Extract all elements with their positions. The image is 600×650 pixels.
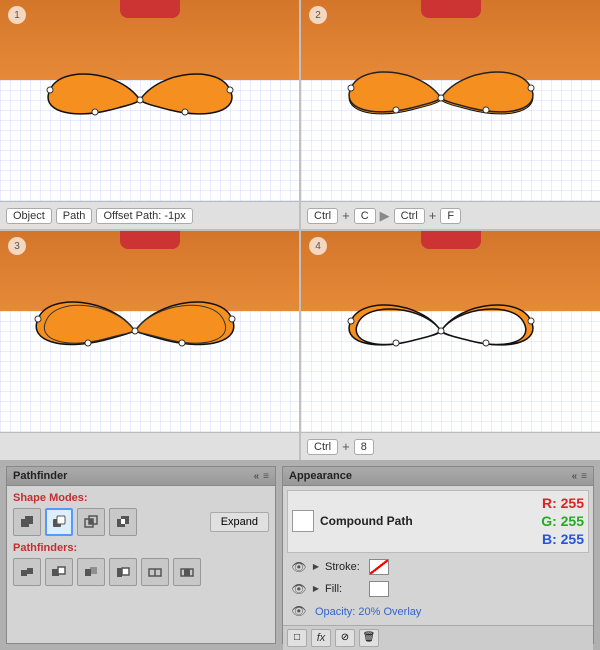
- pathfinders-label: Pathfinders:: [13, 542, 269, 554]
- pathfinder-panel: Pathfinder « ≡ Shape Modes:: [6, 466, 276, 644]
- pf-btn-4[interactable]: [109, 558, 137, 586]
- compound-path-label: Compound Path: [320, 514, 535, 528]
- shape-modes-row: Expand: [13, 508, 269, 536]
- kbd-path[interactable]: Path: [56, 208, 93, 224]
- step-bar-1: Object Path Offset Path: -1px: [0, 201, 299, 229]
- cp-swatch: [292, 510, 314, 532]
- kbd-offset[interactable]: Offset Path: -1px: [96, 208, 192, 224]
- appearance-panel: Appearance « ≡ Compound Path R: 255 G: 2…: [282, 466, 594, 644]
- step-bar-4: Ctrl + 8: [301, 432, 600, 460]
- appearance-footer: □ fx ⊘ 🗑: [283, 625, 593, 650]
- butterfly-1: [30, 60, 250, 140]
- minus-front-btn[interactable]: [45, 508, 73, 536]
- new-item-btn[interactable]: □: [287, 629, 307, 647]
- collapse-icon[interactable]: «: [254, 471, 260, 482]
- menu-icon[interactable]: ≡: [263, 471, 269, 482]
- appearance-titlebar-icons: « ≡: [572, 471, 587, 482]
- shape-modes-label: Shape Modes:: [13, 492, 269, 504]
- pf-btn-3[interactable]: [77, 558, 105, 586]
- kbd-f[interactable]: F: [440, 208, 461, 224]
- unite-btn[interactable]: [13, 508, 41, 536]
- kbd-8[interactable]: 8: [354, 439, 374, 455]
- red-top-3: [120, 231, 180, 249]
- clear-btn[interactable]: ⊘: [335, 629, 355, 647]
- pf-btn-6[interactable]: [173, 558, 201, 586]
- step-bar-2: Ctrl + C ▶ Ctrl + F: [301, 201, 600, 229]
- fx-btn[interactable]: fx: [311, 629, 331, 647]
- appearance-titlebar: Appearance « ≡: [283, 467, 593, 486]
- stroke-swatch[interactable]: [369, 559, 389, 575]
- red-top-4: [421, 231, 481, 249]
- rgb-g: G: 255: [541, 512, 584, 530]
- pf-btn-5[interactable]: [141, 558, 169, 586]
- appearance-menu-icon[interactable]: ≡: [581, 471, 587, 482]
- pathfinder-title: Pathfinder: [13, 470, 67, 482]
- pathfinder-titlebar: Pathfinder « ≡: [7, 467, 275, 486]
- rgb-b: B: 255: [542, 530, 584, 548]
- rgb-r: R: 255: [542, 494, 584, 512]
- canvas-1: 1: [0, 0, 299, 201]
- butterfly-4: [331, 291, 551, 371]
- expand-button[interactable]: Expand: [210, 512, 269, 532]
- fill-visibility-icon[interactable]: 👁: [291, 581, 307, 597]
- butterfly-3: [20, 286, 250, 376]
- delete-btn[interactable]: 🗑: [359, 629, 379, 647]
- step-panel-4: 4 Ctrl + 8: [301, 231, 600, 460]
- stroke-visibility-icon[interactable]: 👁: [291, 559, 307, 575]
- fx-label: fx: [317, 632, 326, 644]
- stroke-expand-icon[interactable]: ▶: [311, 562, 321, 572]
- canvas-4: 4: [301, 231, 600, 432]
- appearance-content: Compound Path R: 255 G: 255 B: 255 👁 ▶ S…: [283, 486, 593, 625]
- appearance-title: Appearance: [289, 470, 352, 482]
- rgb-display: R: 255 G: 255 B: 255: [541, 494, 584, 549]
- fill-expand-icon[interactable]: ▶: [311, 584, 321, 594]
- titlebar-icons: « ≡: [254, 471, 269, 482]
- kbd-ctrl-8[interactable]: Ctrl: [307, 439, 338, 455]
- step-num-4: 4: [309, 237, 327, 255]
- stroke-row: 👁 ▶ Stroke:: [287, 557, 589, 577]
- plus-4: +: [342, 439, 350, 454]
- opacity-row: 👁 Opacity: 20% Overlay: [287, 601, 589, 621]
- app-container: 1 Object Path Offset Path: [0, 0, 600, 650]
- butterfly-2: [331, 58, 551, 143]
- compound-path-row: Compound Path R: 255 G: 255 B: 255: [287, 490, 589, 553]
- pf-btn-1[interactable]: [13, 558, 41, 586]
- kbd-c[interactable]: C: [354, 208, 376, 224]
- pathfinders-row: [13, 558, 269, 586]
- plus-2: +: [429, 208, 437, 223]
- opacity-visibility-icon[interactable]: 👁: [291, 603, 307, 619]
- opacity-text: Opacity: 20% Overlay: [311, 606, 421, 618]
- step-num-3: 3: [8, 237, 26, 255]
- bottom-area: Pathfinder « ≡ Shape Modes:: [0, 460, 600, 650]
- kbd-ctrl-1[interactable]: Ctrl: [307, 208, 338, 224]
- red-top-1: [120, 0, 180, 18]
- canvas-2: 2: [301, 0, 600, 201]
- red-top-2: [421, 0, 481, 18]
- tutorial-grid: 1 Object Path Offset Path: [0, 0, 600, 460]
- step-panel-1: 1 Object Path Offset Path: [0, 0, 299, 229]
- fill-swatch[interactable]: [369, 581, 389, 597]
- fill-label: Fill:: [325, 583, 365, 595]
- plus-1: +: [342, 208, 350, 223]
- step-bar-3: [0, 432, 299, 460]
- appearance-collapse-icon[interactable]: «: [572, 471, 578, 482]
- canvas-3: 3: [0, 231, 299, 432]
- pf-btn-2[interactable]: [45, 558, 73, 586]
- kbd-object[interactable]: Object: [6, 208, 52, 224]
- step-panel-3: 3: [0, 231, 299, 460]
- exclude-btn[interactable]: [109, 508, 137, 536]
- arrow-1: ▶: [380, 208, 390, 224]
- fill-row: 👁 ▶ Fill:: [287, 579, 589, 599]
- pathfinder-content: Shape Modes:: [7, 486, 275, 643]
- step-panel-2: 2 Ctrl + C: [301, 0, 600, 229]
- intersect-btn[interactable]: [77, 508, 105, 536]
- step-num-1: 1: [8, 6, 26, 24]
- stroke-label: Stroke:: [325, 561, 365, 573]
- step-num-2: 2: [309, 6, 327, 24]
- kbd-ctrl-2[interactable]: Ctrl: [394, 208, 425, 224]
